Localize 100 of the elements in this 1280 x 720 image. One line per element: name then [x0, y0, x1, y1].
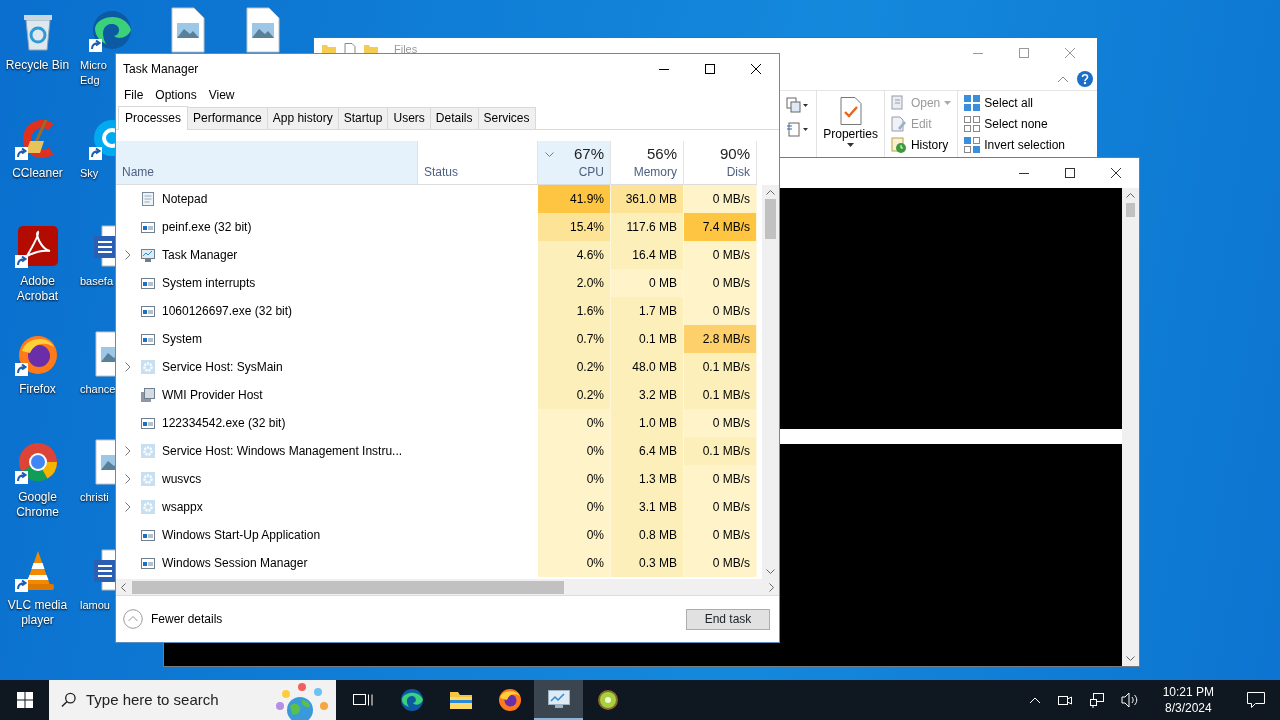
- menu-item[interactable]: File: [118, 86, 150, 104]
- tab[interactable]: Details: [429, 107, 479, 129]
- icon-label[interactable]: Micro Edg: [80, 58, 114, 88]
- column-header[interactable]: Name: [116, 141, 418, 184]
- column-label: Name: [122, 164, 155, 180]
- icon-label[interactable]: christi: [80, 490, 109, 505]
- tab[interactable]: Performance: [187, 107, 268, 129]
- window-icon: [140, 275, 156, 291]
- icon-label[interactable]: Recycle Bin: [5, 58, 70, 73]
- window-icon: [140, 415, 156, 431]
- process-name: Service Host: Windows Management Instru...: [162, 443, 403, 460]
- usage-cell: 6.4 MB: [611, 437, 684, 465]
- grid-icon: [964, 116, 981, 132]
- network-icon[interactable]: [1088, 692, 1105, 708]
- ribbon-button[interactable]: Select all: [964, 93, 1065, 113]
- icon-label[interactable]: Firefox: [19, 382, 56, 397]
- expand-chevron-icon[interactable]: [125, 446, 131, 456]
- tab[interactable]: Users: [387, 107, 431, 129]
- close-icon: [751, 64, 761, 74]
- ribbon-button[interactable]: Invert selection: [964, 135, 1065, 155]
- grid-icon: [964, 137, 981, 153]
- column-header[interactable]: 56% Memory: [611, 141, 684, 184]
- usage-cell: 0 MB/s: [684, 185, 757, 213]
- expand-chevron-icon[interactable]: [125, 250, 131, 260]
- usage-cell: 0 MB/s: [684, 465, 757, 493]
- task-view-icon: [352, 694, 373, 706]
- usage-cell: 0.8 MB: [611, 521, 684, 549]
- usage-cell: 0.2%: [538, 381, 611, 409]
- process-name: System interrupts: [162, 275, 256, 292]
- edit-icon: [890, 116, 907, 132]
- icon-label[interactable]: lamou: [80, 598, 110, 613]
- menu-item[interactable]: View: [202, 86, 241, 104]
- column-label: CPU: [577, 164, 604, 180]
- tab[interactable]: Processes: [118, 106, 189, 130]
- browser-icon: [399, 688, 424, 712]
- time-text: 10:21 PM: [1162, 684, 1214, 700]
- scrollbar[interactable]: [116, 579, 779, 596]
- usage-cell: 0 MB/s: [684, 297, 757, 325]
- process-name: System: [162, 331, 202, 348]
- expand-chevron-icon[interactable]: [125, 502, 131, 512]
- gear-icon: [140, 359, 156, 375]
- taskbar-button[interactable]: [534, 680, 583, 720]
- window-icon: [140, 527, 156, 543]
- icon-label[interactable]: Adobe Acrobat: [0, 274, 75, 304]
- usage-cell: 3.1 MB: [611, 493, 684, 521]
- usage-cell: 0%: [538, 521, 611, 549]
- usage-cell: 0.1 MB/s: [684, 381, 757, 409]
- expand-chevron-icon[interactable]: [125, 474, 131, 484]
- scrollbar-thumb[interactable]: [765, 199, 776, 239]
- usage-cell: 0%: [538, 493, 611, 521]
- tab[interactable]: Services: [477, 107, 536, 129]
- close-icon: [1111, 168, 1121, 178]
- usage-cell: 0 MB: [611, 269, 684, 297]
- usage-cell: 41.9%: [538, 185, 611, 213]
- end-task-button[interactable]: End task: [686, 608, 770, 630]
- properties-icon: [839, 97, 862, 125]
- usage-cell: 16.4 MB: [611, 241, 684, 269]
- icon-label[interactable]: CCleaner: [12, 166, 63, 181]
- icon-label[interactable]: VLC media player: [0, 598, 75, 628]
- usage-cell: 15.4%: [538, 213, 611, 241]
- usage-cell: 1.0 MB: [611, 409, 684, 437]
- window-icon: [140, 303, 156, 319]
- maximize-icon: [1019, 48, 1029, 58]
- caret-icon: [847, 143, 855, 147]
- notification-icon[interactable]: [1246, 691, 1266, 710]
- kiwi-fruit-icon: [595, 688, 620, 712]
- icon-label[interactable]: Sky: [80, 166, 99, 181]
- properties-button[interactable]: Properties: [817, 91, 885, 157]
- scrollbar[interactable]: [1122, 188, 1139, 666]
- maximize-icon: [705, 64, 715, 74]
- usage-cell: 0%: [538, 465, 611, 493]
- tab[interactable]: App history: [266, 107, 339, 129]
- icon-label[interactable]: basefa: [80, 274, 114, 289]
- ribbon-button[interactable]: History: [890, 135, 952, 155]
- clock[interactable]: 10:21 PM 8/3/2024: [1154, 684, 1222, 716]
- scrollbar-thumb[interactable]: [1126, 203, 1135, 217]
- icon-label[interactable]: Google Chrome: [0, 490, 75, 520]
- paste-icon[interactable]: [786, 121, 811, 137]
- usage-cell: 7.4 MB/s: [684, 213, 757, 241]
- icon-label[interactable]: chance: [80, 382, 114, 397]
- speaker-icon[interactable]: [1120, 692, 1139, 708]
- column-header[interactable]: 67% CPU: [538, 141, 611, 184]
- usage-cell: 0.1 MB/s: [684, 437, 757, 465]
- menu-item[interactable]: Options: [149, 86, 203, 104]
- usage-cell: 48.0 MB: [611, 353, 684, 381]
- column-header[interactable]: 90% Disk: [684, 141, 757, 184]
- fewer-details-link[interactable]: Fewer details: [123, 609, 223, 629]
- ribbon-button[interactable]: Select none: [964, 114, 1065, 134]
- search-field[interactable]: Type here to search: [86, 688, 256, 712]
- expand-chevron-icon[interactable]: [125, 362, 131, 372]
- tab[interactable]: Startup: [337, 107, 389, 129]
- help-icon[interactable]: [1077, 71, 1093, 87]
- usage-cell: 0 MB/s: [684, 409, 757, 437]
- search-icon[interactable]: [61, 692, 76, 708]
- process-name: 1060126697.exe (32 bit): [162, 303, 293, 320]
- copy-icon[interactable]: [786, 97, 811, 113]
- scrollbar[interactable]: [762, 185, 779, 579]
- monitor-icon: [140, 247, 156, 263]
- scrollbar-thumb[interactable]: [132, 580, 564, 594]
- usage-cell: 0%: [538, 409, 611, 437]
